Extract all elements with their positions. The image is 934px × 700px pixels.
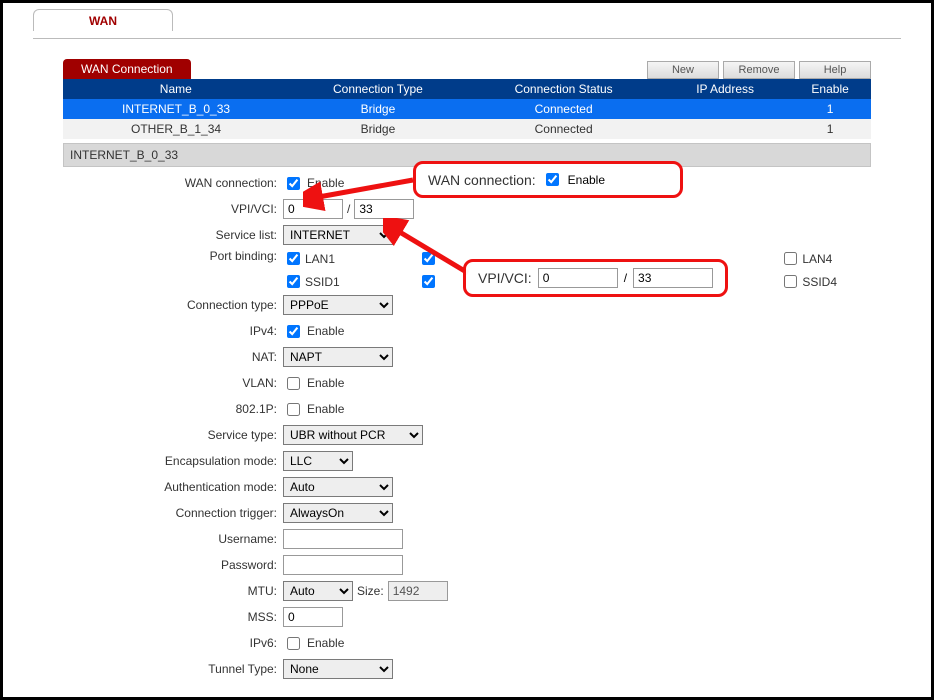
mtusize-input (388, 581, 448, 601)
label-mss: MSS: (63, 610, 283, 624)
servicelist-select[interactable]: INTERNET (283, 225, 393, 245)
form-area: WAN connection: Enable VPI/VCI: / S (63, 171, 871, 700)
th-name: Name (63, 79, 289, 99)
callout2-label: VPI/VCI: (478, 270, 532, 286)
label-nat: NAT: (63, 350, 283, 364)
port-ssid1-label: SSID1 (305, 275, 340, 289)
ipv4-checkbox[interactable] (287, 325, 300, 338)
port-lan4-checkbox[interactable] (784, 252, 797, 265)
callout-wanconnection: WAN connection: Enable (413, 161, 683, 198)
encap-select[interactable]: LLC (283, 451, 353, 471)
label-ctrigger: Connection trigger: (63, 506, 283, 520)
panel-title: WAN Connection (63, 59, 191, 79)
password-input[interactable] (283, 555, 403, 575)
cell-ip (661, 99, 790, 119)
cell-enable: 1 (790, 119, 871, 139)
callout1-label: WAN connection: (428, 172, 536, 188)
wanconn-enable-checkbox[interactable] (287, 177, 300, 190)
ipv6-enable-label: Enable (307, 636, 344, 650)
label-8021p: 802.1P: (63, 402, 283, 416)
callout1-enable: Enable (568, 173, 605, 187)
cell-name: OTHER_B_1_34 (63, 119, 289, 139)
vci-input[interactable] (354, 199, 414, 219)
port-lan4-label: LAN4 (802, 252, 832, 266)
th-ip: IP Address (661, 79, 790, 99)
label-wanconn: WAN connection: (63, 176, 283, 190)
label-ipv6: IPv6: (63, 636, 283, 650)
label-authmode: Authentication mode: (63, 480, 283, 494)
label-mtusize: Size: (357, 584, 384, 598)
slash: / (347, 202, 350, 216)
label-vpivci: VPI/VCI: (63, 202, 283, 216)
authmode-select[interactable]: Auto (283, 477, 393, 497)
port-lan1-label: LAN1 (305, 252, 335, 266)
cell-cstatus: Connected (467, 99, 661, 119)
label-servicelist: Service list: (63, 228, 283, 242)
vlan-checkbox[interactable] (287, 377, 300, 390)
8021p-checkbox[interactable] (287, 403, 300, 416)
port-ssid4-label: SSID4 (802, 275, 837, 289)
port-col2-ck2[interactable] (422, 275, 435, 288)
servicetype-select[interactable]: UBR without PCR (283, 425, 423, 445)
remove-button[interactable]: Remove (723, 61, 795, 79)
label-encap: Encapsulation mode: (63, 454, 283, 468)
callout-vpivci: VPI/VCI: / (463, 259, 728, 297)
cell-enable: 1 (790, 99, 871, 119)
username-input[interactable] (283, 529, 403, 549)
label-conntype: Connection type: (63, 298, 283, 312)
port-ssid1-checkbox[interactable] (287, 275, 300, 288)
label-vlan: VLAN: (63, 376, 283, 390)
callout2-vpi-input[interactable] (538, 268, 618, 288)
tunnel-select[interactable]: None (283, 659, 393, 679)
mtu-select[interactable]: Auto (283, 581, 353, 601)
cell-name: INTERNET_B_0_33 (63, 99, 289, 119)
ctrigger-select[interactable]: AlwaysOn (283, 503, 393, 523)
8021p-enable-label: Enable (307, 402, 344, 416)
vpi-input[interactable] (283, 199, 343, 219)
cell-ctype: Bridge (289, 119, 467, 139)
connection-table: Name Connection Type Connection Status I… (63, 79, 871, 139)
mss-input[interactable] (283, 607, 343, 627)
label-tunnel: Tunnel Type: (63, 662, 283, 676)
table-row[interactable]: INTERNET_B_0_33 Bridge Connected 1 (63, 99, 871, 119)
new-button[interactable]: New (647, 61, 719, 79)
th-cstatus: Connection Status (467, 79, 661, 99)
callout1-checkbox[interactable] (546, 173, 559, 186)
th-ctype: Connection Type (289, 79, 467, 99)
callout2-slash: / (624, 271, 627, 285)
help-button[interactable]: Help (799, 61, 871, 79)
nat-select[interactable]: NAPT (283, 347, 393, 367)
port-ssid4-checkbox[interactable] (784, 275, 797, 288)
wanconn-enable-label: Enable (307, 176, 344, 190)
label-username: Username: (63, 532, 283, 546)
tab-wan[interactable]: WAN (33, 9, 173, 31)
ipv6-checkbox[interactable] (287, 637, 300, 650)
label-password: Password: (63, 558, 283, 572)
cell-ctype: Bridge (289, 99, 467, 119)
cell-cstatus: Connected (467, 119, 661, 139)
vlan-enable-label: Enable (307, 376, 344, 390)
label-servicetype: Service type: (63, 428, 283, 442)
th-enable: Enable (790, 79, 871, 99)
cell-ip (661, 119, 790, 139)
tab-underline (33, 38, 901, 39)
table-row[interactable]: OTHER_B_1_34 Bridge Connected 1 (63, 119, 871, 139)
conntype-select[interactable]: PPPoE (283, 295, 393, 315)
callout2-vci-input[interactable] (633, 268, 713, 288)
label-portbinding: Port binding: (63, 249, 283, 263)
port-lan1-checkbox[interactable] (287, 252, 300, 265)
ipv4-enable-label: Enable (307, 324, 344, 338)
label-ipv4: IPv4: (63, 324, 283, 338)
label-mtu: MTU: (63, 584, 283, 598)
port-col2-ck1[interactable] (422, 252, 435, 265)
